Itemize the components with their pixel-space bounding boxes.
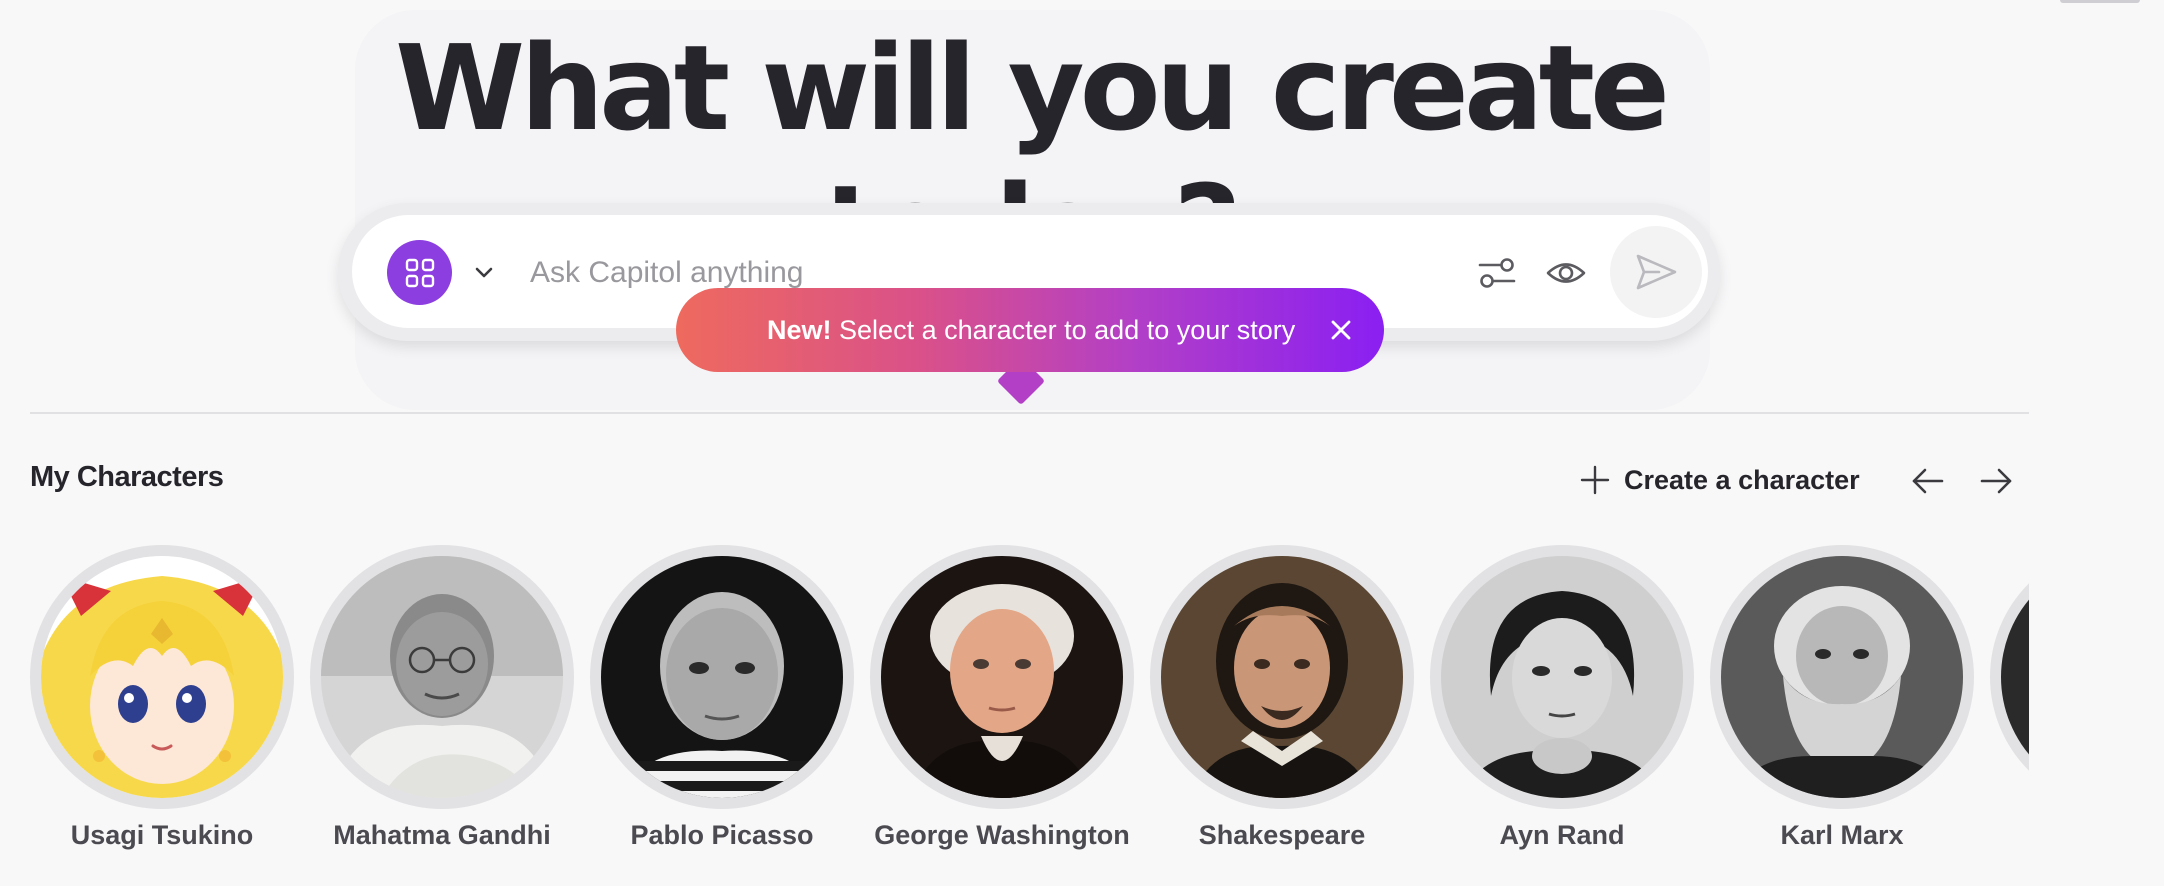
avatar-image — [1441, 556, 1683, 798]
send-button[interactable] — [1610, 226, 1702, 318]
avatar-image — [41, 556, 283, 798]
character-card-partial[interactable] — [1990, 545, 2029, 855]
character-card-karl-marx[interactable]: Karl Marx — [1710, 545, 1974, 855]
close-icon[interactable] — [1325, 314, 1357, 346]
create-character-button[interactable]: Create a character — [1580, 458, 1860, 502]
character-card-ayn-rand[interactable]: Ayn Rand — [1430, 545, 1694, 855]
send-icon — [1636, 254, 1677, 290]
section-divider — [30, 412, 2029, 414]
section-title: My Characters — [30, 461, 224, 493]
sliders-icon[interactable] — [1476, 252, 1518, 294]
avatar-image — [601, 556, 843, 798]
avatar — [310, 545, 574, 809]
avatar — [1430, 545, 1694, 809]
character-card-pablo-picasso[interactable]: Pablo Picasso — [590, 545, 854, 855]
arrow-left-icon[interactable] — [1909, 462, 1947, 500]
eye-icon[interactable] — [1545, 254, 1587, 292]
mode-button[interactable] — [387, 240, 452, 305]
avatar — [870, 545, 1134, 809]
avatar — [1990, 545, 2029, 809]
grid-icon — [405, 258, 434, 287]
avatar-image — [881, 556, 1123, 798]
arrow-right-icon[interactable] — [1977, 462, 2015, 500]
character-name: Karl Marx — [1780, 820, 1904, 850]
avatar — [1710, 545, 1974, 809]
avatar-image — [2001, 556, 2029, 798]
avatar — [1150, 545, 1414, 809]
avatar — [590, 545, 854, 809]
page: What will you create today? New! — [0, 0, 2164, 886]
character-card-george-washington[interactable]: George Washington — [870, 545, 1134, 855]
tooltip-text: Select a character to add to your story — [839, 315, 1296, 345]
window-corner — [2060, 0, 2140, 3]
character-carousel: Usagi Tsukino Mahatma Gandhi Pablo Picas… — [30, 545, 2029, 855]
tooltip-badge: New! — [767, 315, 832, 345]
avatar-image — [321, 556, 563, 798]
avatar — [30, 545, 294, 809]
plus-icon — [1580, 465, 1610, 495]
create-character-label: Create a character — [1624, 464, 1860, 495]
character-card-mahatma-gandhi[interactable]: Mahatma Gandhi — [310, 545, 574, 855]
avatar-image — [1161, 556, 1403, 798]
avatar-image — [1721, 556, 1963, 798]
character-card-usagi-tsukino[interactable]: Usagi Tsukino — [30, 545, 294, 855]
tooltip-message: New! Select a character to add to your s… — [767, 312, 1295, 348]
new-feature-tooltip: New! Select a character to add to your s… — [676, 288, 1384, 372]
character-card-shakespeare[interactable]: Shakespeare — [1150, 545, 1414, 855]
chevron-down-icon[interactable] — [470, 258, 498, 286]
